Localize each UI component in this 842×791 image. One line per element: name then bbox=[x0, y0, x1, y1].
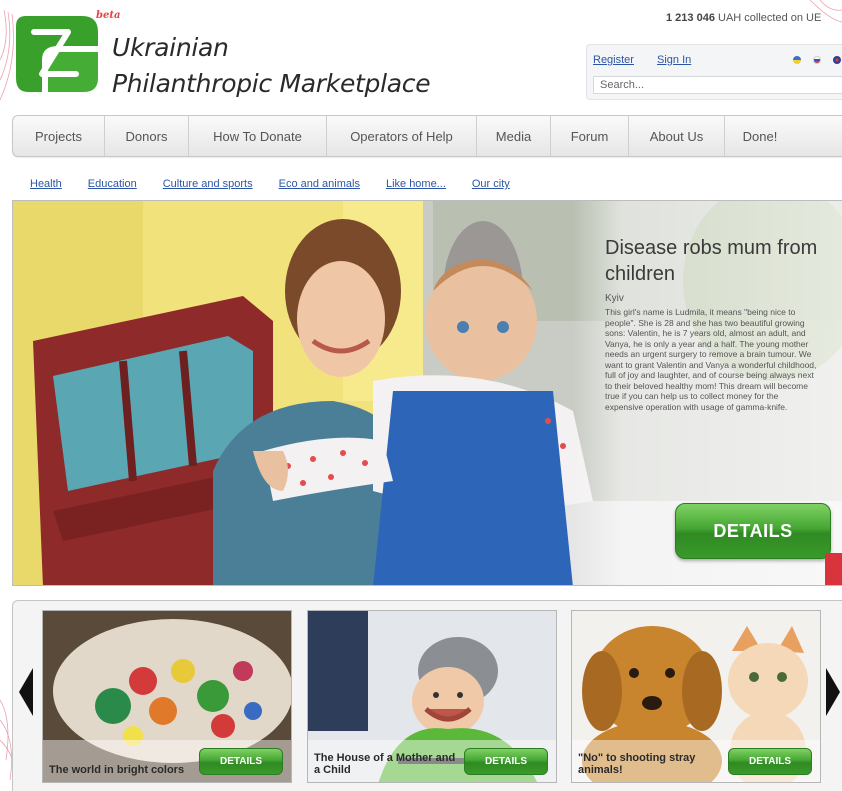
site-title[interactable]: Ukrainian Philanthropic Marketplace bbox=[112, 30, 431, 102]
hero-banner[interactable]: Disease robs mum from children Kyiv This… bbox=[12, 200, 842, 586]
nav-item-about-us[interactable]: About Us bbox=[629, 116, 725, 156]
site-logo[interactable] bbox=[12, 12, 104, 96]
auth-panel: Register Sign In bbox=[586, 44, 842, 100]
nav-item-how-to-donate[interactable]: How To Donate bbox=[189, 116, 327, 156]
category-links: Health Education Culture and sports Eco … bbox=[30, 178, 536, 190]
nav-item-operators-of-help[interactable]: Operators of Help bbox=[327, 116, 477, 156]
card-title[interactable]: "No" to shooting stray animals! bbox=[578, 752, 728, 776]
category-culture-and-sports[interactable]: Culture and sports bbox=[163, 178, 253, 190]
russia-flag-icon[interactable] bbox=[813, 56, 821, 64]
uk-flag-icon[interactable] bbox=[833, 56, 841, 64]
card-details-button[interactable]: DETAILS bbox=[199, 748, 283, 775]
collected-amount: 1 213 046 bbox=[666, 12, 715, 24]
hero-title[interactable]: Disease robs mum from children bbox=[605, 235, 825, 287]
hero-description: This girl's name is Ludmila, it means "b… bbox=[605, 307, 817, 412]
register-link[interactable]: Register bbox=[593, 54, 634, 66]
card-details-button[interactable]: DETAILS bbox=[728, 748, 812, 775]
site-title-line1: Ukrainian bbox=[112, 33, 229, 62]
donations-counter: 1 213 046 UAH collected on UE bbox=[666, 12, 821, 24]
hero-city: Kyiv bbox=[605, 293, 624, 304]
hero-red-accent bbox=[825, 553, 842, 585]
ukraine-flag-icon[interactable] bbox=[793, 56, 801, 64]
nav-item-projects[interactable]: Projects bbox=[13, 116, 105, 156]
project-card[interactable]: The House of a Mother and a Child DETAIL… bbox=[307, 610, 557, 783]
carousel-prev-arrow-icon[interactable] bbox=[19, 668, 33, 716]
hero-details-button[interactable]: DETAILS bbox=[675, 503, 831, 559]
main-nav: Projects Donors How To Donate Operators … bbox=[12, 115, 842, 157]
nav-item-forum[interactable]: Forum bbox=[551, 116, 629, 156]
carousel-next-arrow-icon[interactable] bbox=[826, 668, 840, 716]
beta-badge: beta bbox=[96, 10, 121, 21]
category-health[interactable]: Health bbox=[30, 178, 62, 190]
nav-item-done[interactable]: Done! bbox=[725, 116, 795, 156]
project-card[interactable]: The world in bright colors DETAILS bbox=[42, 610, 292, 783]
category-eco-and-animals[interactable]: Eco and animals bbox=[279, 178, 360, 190]
search-input[interactable] bbox=[593, 76, 842, 94]
category-our-city[interactable]: Our city bbox=[472, 178, 510, 190]
project-card[interactable]: "No" to shooting stray animals! DETAILS bbox=[571, 610, 821, 783]
card-details-button[interactable]: DETAILS bbox=[464, 748, 548, 775]
collected-suffix: UAH collected on UE bbox=[718, 12, 822, 24]
signin-link[interactable]: Sign In bbox=[657, 54, 691, 66]
nav-item-donors[interactable]: Donors bbox=[105, 116, 189, 156]
category-education[interactable]: Education bbox=[88, 178, 137, 190]
nav-item-media[interactable]: Media bbox=[477, 116, 551, 156]
category-like-home[interactable]: Like home... bbox=[386, 178, 446, 190]
card-title[interactable]: The world in bright colors bbox=[49, 764, 199, 776]
site-title-line2: Philanthropic Marketplace bbox=[112, 69, 431, 98]
card-title[interactable]: The House of a Mother and a Child bbox=[314, 752, 464, 776]
